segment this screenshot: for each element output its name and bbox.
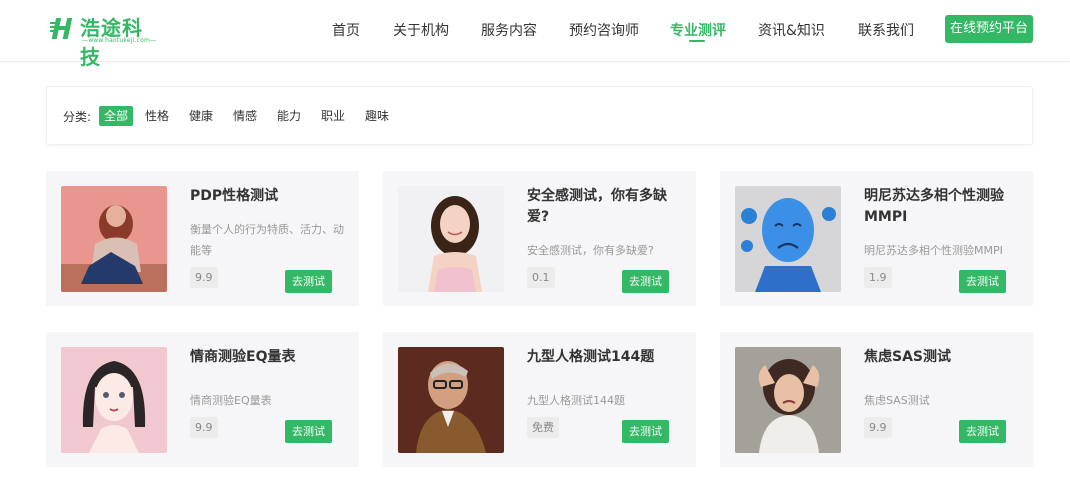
card-description: 明尼苏达多相个性测验MMPI (864, 244, 1003, 257)
category-filter: 分类: 全部 性格 健康 情感 能力 职业 趣味 (46, 86, 1033, 145)
card-score-badge: 9.9 (190, 417, 218, 438)
start-test-button[interactable]: 去测试 (959, 270, 1006, 293)
elderly-man-image (398, 347, 504, 453)
start-test-button[interactable]: 去测试 (285, 420, 332, 443)
nav-assessment[interactable]: 专业测评 (670, 20, 726, 40)
filter-chip-fun[interactable]: 趣味 (360, 106, 394, 126)
card-description: 情商测验EQ量表 (190, 394, 272, 407)
test-card[interactable]: 九型人格测试144题 九型人格测试144题 免费 去测试 (383, 332, 696, 467)
card-description: 九型人格测试144题 (527, 394, 625, 407)
card-thumbnail[interactable] (61, 347, 167, 453)
card-title[interactable]: 焦虑SAS测试 (864, 347, 1019, 368)
filter-chip-ability[interactable]: 能力 (272, 106, 306, 126)
illustrated-girl-image (61, 347, 167, 453)
sad-balloon-image (735, 186, 841, 292)
start-test-button[interactable]: 去测试 (622, 420, 669, 443)
sitting-woman-image (61, 186, 167, 292)
card-thumbnail[interactable] (398, 347, 504, 453)
card-score-badge: 免费 (527, 417, 559, 438)
online-booking-button[interactable]: 在线预约平台 (945, 15, 1033, 43)
card-title[interactable]: 明尼苏达多相个性测验MMPI (864, 186, 1019, 228)
smiling-girl-image (398, 186, 504, 292)
start-test-button[interactable]: 去测试 (622, 270, 669, 293)
card-score-badge: 9.9 (190, 267, 218, 288)
test-card[interactable]: 焦虑SAS测试 焦虑SAS测试 9.9 去测试 (720, 332, 1033, 467)
card-title[interactable]: 九型人格测试144题 (527, 347, 682, 368)
card-score-badge: 9.9 (864, 417, 892, 438)
test-card[interactable]: 情商测验EQ量表 情商测验EQ量表 9.9 去测试 (46, 332, 359, 467)
filter-chip-emotion[interactable]: 情感 (228, 106, 262, 126)
card-thumbnail[interactable] (735, 186, 841, 292)
card-thumbnail[interactable] (61, 186, 167, 292)
card-title[interactable]: PDP性格测试 (190, 186, 345, 207)
nav-news[interactable]: 资讯&知识 (758, 20, 825, 40)
nav-active-indicator (689, 40, 705, 42)
nav-about[interactable]: 关于机构 (393, 20, 449, 40)
test-card[interactable]: 安全感测试，你有多缺爱? 安全感测试，你有多缺爱? 0.1 去测试 (383, 171, 696, 306)
card-description: 衡量个人的行为特质、活力、动能等 (190, 223, 344, 257)
card-thumbnail[interactable] (398, 186, 504, 292)
logo-url: —www.haotukeji.com— (82, 37, 157, 44)
card-description: 焦虑SAS测试 (864, 394, 930, 407)
nav-home[interactable]: 首页 (332, 20, 360, 40)
filter-label: 分类: (63, 110, 92, 124)
filter-chip-personality[interactable]: 性格 (140, 106, 174, 126)
card-score-badge: 0.1 (527, 267, 555, 288)
filter-chip-career[interactable]: 职业 (316, 106, 350, 126)
nav-services[interactable]: 服务内容 (481, 20, 537, 40)
test-card[interactable]: 明尼苏达多相个性测验MMPI 明尼苏达多相个性测验MMPI 1.9 去测试 (720, 171, 1033, 306)
filter-chip-health[interactable]: 健康 (184, 106, 218, 126)
card-description: 安全感测试，你有多缺爱? (527, 244, 654, 257)
start-test-button[interactable]: 去测试 (285, 270, 332, 293)
card-title[interactable]: 安全感测试，你有多缺爱? (527, 186, 682, 228)
card-title[interactable]: 情商测验EQ量表 (190, 347, 345, 368)
test-card[interactable]: PDP性格测试 衡量个人的行为特质、活力、动能等 9.9 去测试 (46, 171, 359, 306)
site-header: 浩途科技 —www.haotukeji.com— 首页 关于机构 服务内容 预约… (0, 0, 1070, 69)
nav-contact[interactable]: 联系我们 (858, 20, 914, 40)
card-thumbnail[interactable] (735, 347, 841, 453)
site-logo[interactable]: 浩途科技 —www.haotukeji.com— (50, 12, 160, 69)
nav-book-counselor[interactable]: 预约咨询师 (569, 20, 639, 40)
logo-h-icon (50, 18, 73, 39)
start-test-button[interactable]: 去测试 (959, 420, 1006, 443)
filter-chip-all[interactable]: 全部 (99, 106, 134, 126)
stressed-woman-image (735, 347, 841, 453)
card-score-badge: 1.9 (864, 267, 892, 288)
